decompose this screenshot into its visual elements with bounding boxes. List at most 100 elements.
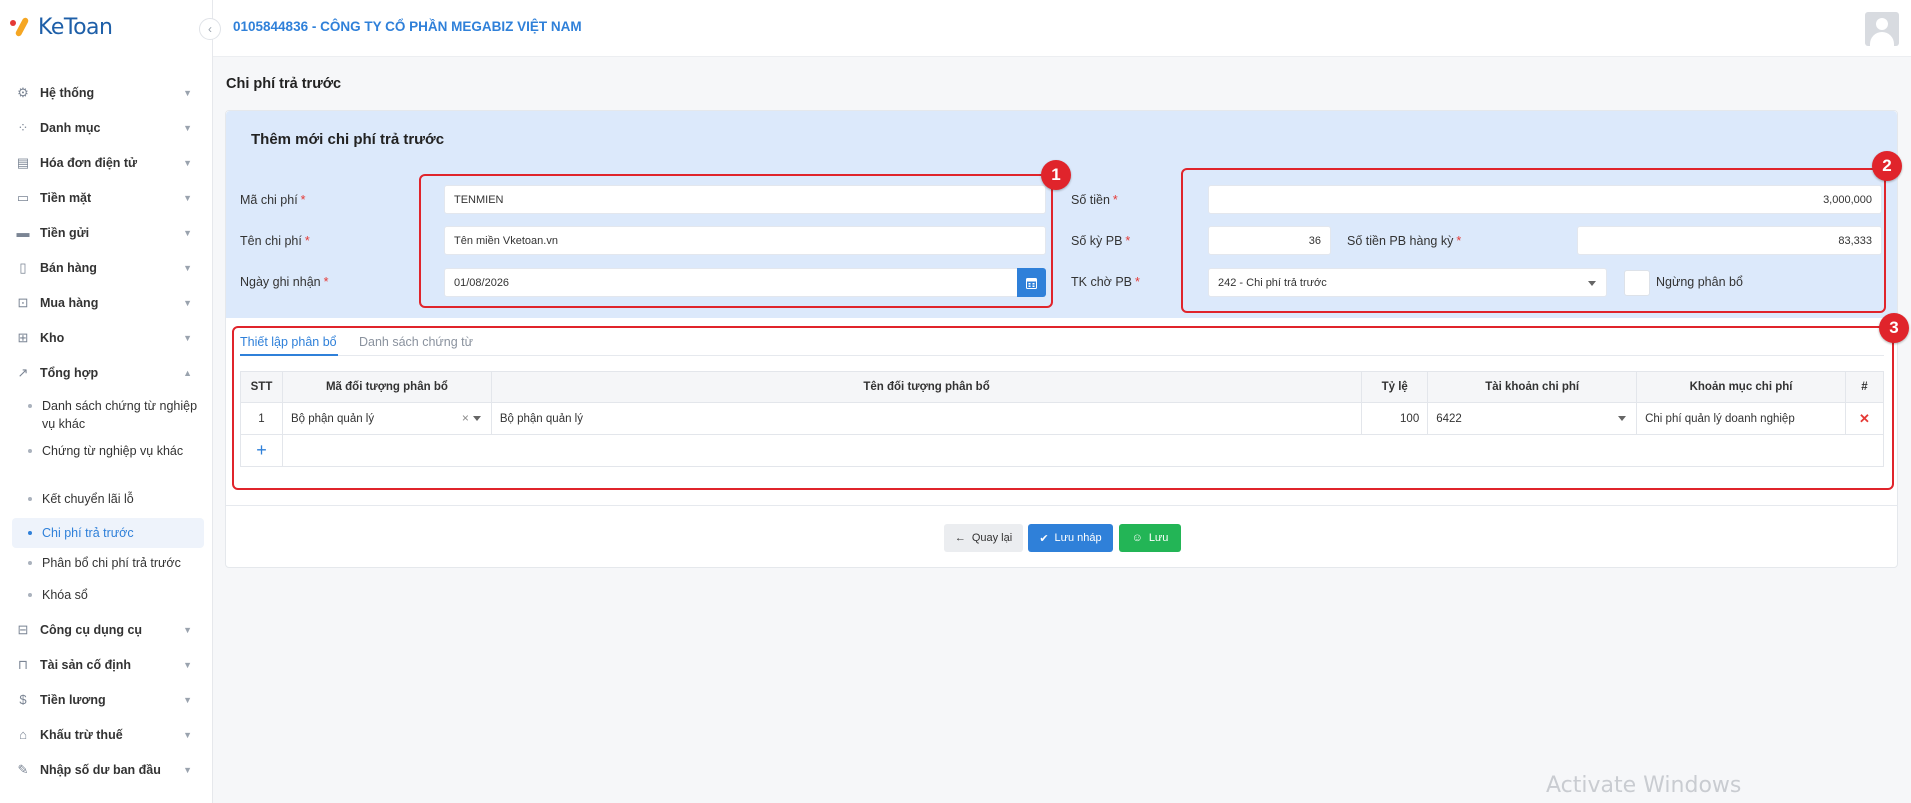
cell-ten-doi-tuong[interactable]: Bộ phận quản lý bbox=[490, 402, 1363, 435]
page-title: Chi phí trả trước bbox=[226, 76, 342, 92]
allocation-table: STT Mã đối tượng phân bổ Tên đối tượng p… bbox=[240, 371, 1885, 467]
app-logo[interactable]: KeToan bbox=[10, 14, 113, 40]
sidebar-item-label: Tiền mặt bbox=[40, 190, 92, 205]
sidebar-item-danh-muc[interactable]: ⁘ Danh mục ▼ bbox=[0, 110, 212, 145]
required-mark: * bbox=[1125, 234, 1131, 248]
dropdown-arrow-icon bbox=[1588, 281, 1596, 286]
sidebar-item-ban-hang[interactable]: ▯ Bán hàng ▼ bbox=[0, 250, 212, 285]
sidebar-item-label: Kho bbox=[40, 330, 65, 345]
sidebar-item-tong-hop[interactable]: ↗ Tổng hợp ▲ bbox=[0, 355, 212, 390]
delete-row-button[interactable]: ✕ bbox=[1844, 402, 1885, 435]
footer-divider bbox=[226, 505, 1898, 506]
ngung-phan-bo-checkbox[interactable] bbox=[1624, 270, 1650, 296]
tab-active-indicator bbox=[240, 354, 338, 356]
chevron-up-icon: ▲ bbox=[183, 367, 192, 378]
sidebar-collapse-button[interactable]: ‹ bbox=[199, 18, 221, 40]
sidebar-subitem-chung-tu-nghiep-vu[interactable]: Chứng từ nghiệp vụ khác bbox=[0, 438, 212, 486]
col-action: # bbox=[1844, 371, 1885, 403]
sidebar-item-tien-gui[interactable]: ▬ Tiền gửi ▼ bbox=[0, 215, 212, 250]
ma-chi-phi-input[interactable]: TENMIEN bbox=[444, 185, 1046, 214]
sidebar-item-label: Nhập số dư ban đầu bbox=[40, 762, 161, 777]
save-button[interactable]: ☺ Lưu bbox=[1119, 524, 1181, 552]
save-draft-button[interactable]: ✔ Lưu nháp bbox=[1028, 524, 1113, 552]
ngung-phan-bo-label: Ngừng phân bổ bbox=[1656, 275, 1743, 289]
sidebar-item-khau-tru-thue[interactable]: ⌂ Khấu trừ thuế ▼ bbox=[0, 717, 212, 752]
cell-tai-khoan-select[interactable]: 6422 bbox=[1427, 402, 1638, 435]
sidebar-item-cong-cu[interactable]: ⊟ Công cụ dụng cụ ▼ bbox=[0, 612, 212, 647]
sidebar-subitem-label: Chi phí trả trước bbox=[42, 526, 134, 540]
sidebar-subitem-danh-sach-chung-tu[interactable]: Danh sách chứng từ nghiệp vụ khác bbox=[0, 390, 212, 438]
back-button[interactable]: ← Quay lại bbox=[944, 524, 1023, 552]
ngay-ghi-nhan-label: Ngày ghi nhận * bbox=[240, 275, 329, 289]
sidebar-item-label: Tổng hợp bbox=[40, 365, 99, 380]
sidebar-item-mua-hang[interactable]: ⊡ Mua hàng ▼ bbox=[0, 285, 212, 320]
sidebar-item-label: Danh mục bbox=[40, 120, 101, 135]
required-mark: * bbox=[1456, 234, 1462, 248]
user-icon-body bbox=[1870, 32, 1894, 46]
add-row-button[interactable]: + bbox=[240, 434, 283, 467]
ngay-ghi-nhan-input[interactable]: 01/08/2026 bbox=[444, 268, 1046, 297]
ten-chi-phi-label: Tên chi phí * bbox=[240, 234, 310, 248]
required-mark: * bbox=[323, 275, 329, 289]
so-tien-pb-hang-ky-label: Số tiền PB hàng kỳ * bbox=[1347, 234, 1461, 248]
sidebar-item-tien-mat[interactable]: ▭ Tiền mặt ▼ bbox=[0, 180, 212, 215]
tools-icon: ⊟ bbox=[17, 621, 29, 637]
label-text: Số tiền PB hàng kỳ bbox=[1347, 234, 1454, 248]
ten-chi-phi-input[interactable]: Tên miền Vketoan.vn bbox=[444, 226, 1046, 255]
cell-khoan-muc[interactable]: Chi phí quản lý doanh nghiệp bbox=[1636, 402, 1846, 435]
tab-thiet-lap-phan-bo[interactable]: Thiết lập phân bổ bbox=[240, 335, 337, 349]
logo-text: KeToan bbox=[38, 14, 113, 40]
sidebar-item-label: Công cụ dụng cụ bbox=[40, 622, 143, 637]
sidebar-subitem-chi-phi-tra-truoc[interactable]: Chi phí trả trước bbox=[12, 518, 204, 548]
chevron-down-icon: ▼ bbox=[183, 729, 192, 740]
tk-cho-pb-select[interactable]: 242 - Chi phí trả trước bbox=[1208, 268, 1607, 297]
sidebar-item-hoa-don[interactable]: ▤ Hóa đơn điện tử ▼ bbox=[0, 145, 212, 180]
clear-icon[interactable]: × bbox=[462, 411, 469, 425]
user-check-icon: ☺ bbox=[1131, 532, 1143, 544]
required-mark: * bbox=[1135, 275, 1140, 289]
bullet-icon bbox=[28, 531, 32, 535]
activate-windows-watermark: Activate Windows bbox=[1546, 773, 1742, 798]
sidebar-subitem-ket-chuyen[interactable]: Kết chuyển lãi lỗ bbox=[0, 486, 212, 518]
chevron-down-icon: ▼ bbox=[183, 297, 192, 308]
cell-ty-le[interactable]: 100 bbox=[1361, 402, 1429, 435]
sidebar-item-he-thong[interactable]: ⚙ Hệ thống ▼ bbox=[0, 75, 212, 110]
label-text: Ngày ghi nhận bbox=[240, 275, 321, 289]
close-icon: ✕ bbox=[1859, 410, 1870, 426]
sidebar-item-kho[interactable]: ⊞ Kho ▼ bbox=[0, 320, 212, 355]
chevron-down-icon: ▼ bbox=[183, 227, 192, 238]
sidebar-item-label: Hóa đơn điện tử bbox=[40, 155, 138, 170]
dropdown-arrow-icon bbox=[472, 416, 481, 421]
cell-ma-doi-tuong-select[interactable]: Bộ phận quản lý × bbox=[281, 402, 492, 435]
so-ky-pb-input[interactable]: 36 bbox=[1208, 226, 1331, 255]
required-mark: * bbox=[1112, 193, 1118, 207]
cash-icon: ▭ bbox=[16, 189, 30, 205]
sidebar-item-tai-san[interactable]: ⊓ Tài sản cố định ▼ bbox=[0, 647, 212, 682]
so-tien-input[interactable]: 3,000,000 bbox=[1208, 185, 1882, 214]
select-value: 242 - Chi phí trả trước bbox=[1218, 276, 1327, 289]
salary-icon: $ bbox=[19, 692, 27, 707]
sidebar-item-tien-luong[interactable]: $ Tiền lương ▼ bbox=[0, 682, 212, 717]
button-label: Lưu bbox=[1148, 532, 1169, 544]
chevron-down-icon: ▼ bbox=[183, 262, 192, 273]
bullet-icon bbox=[28, 404, 32, 408]
check-icon: ✔ bbox=[1039, 532, 1049, 545]
so-tien-pb-hang-ky-input[interactable]: 83,333 bbox=[1577, 226, 1882, 255]
tab-danh-sach-chung-tu[interactable]: Danh sách chứng từ bbox=[359, 335, 473, 349]
avatar[interactable] bbox=[1865, 12, 1899, 46]
calendar-button[interactable] bbox=[1017, 268, 1046, 297]
required-mark: * bbox=[300, 193, 306, 207]
chevron-down-icon: ▼ bbox=[183, 192, 192, 203]
sidebar-subitem-khoa-so[interactable]: Khóa sổ bbox=[0, 580, 212, 612]
sidebar-item-nhap-so-du[interactable]: ✎ Nhập số dư ban đầu ▼ bbox=[0, 752, 212, 787]
arrow-left-icon: ← bbox=[954, 532, 966, 544]
date-value: 01/08/2026 bbox=[454, 276, 510, 289]
annotation-badge-1: 1 bbox=[1041, 160, 1071, 190]
sidebar-item-label: Tài sản cố định bbox=[40, 657, 131, 672]
sidebar-subitem-label: Chứng từ nghiệp vụ khác bbox=[42, 444, 184, 458]
logo-mark-icon bbox=[10, 16, 32, 38]
sidebar-subitem-phan-bo[interactable]: Phân bổ chi phí trả trước bbox=[0, 548, 212, 580]
tk-cho-pb-label: TK chờ PB * bbox=[1071, 275, 1140, 289]
company-name[interactable]: 0105844836 - CÔNG TY CỔ PHẦN MEGABIZ VIỆ… bbox=[233, 19, 582, 34]
label-text: TK chờ PB bbox=[1071, 275, 1132, 289]
